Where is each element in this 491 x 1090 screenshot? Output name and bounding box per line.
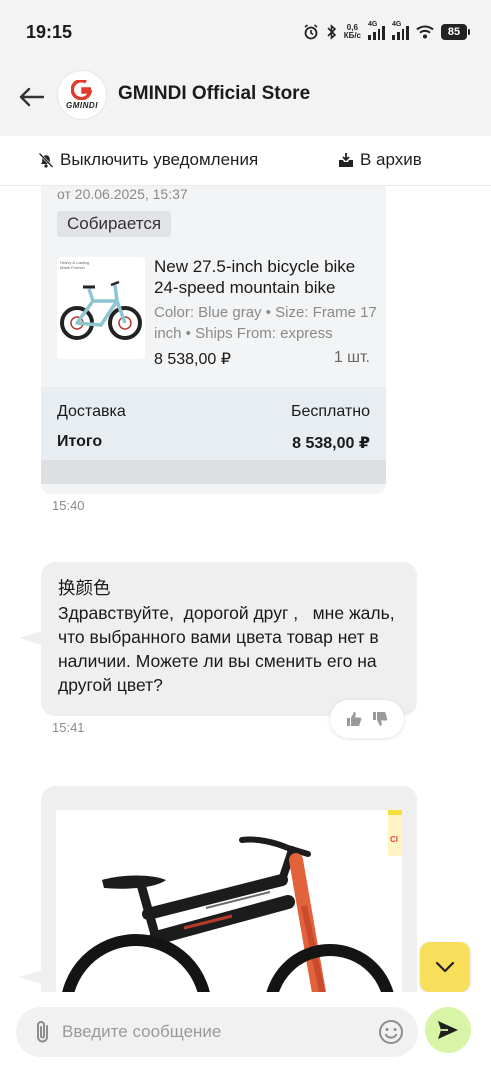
status-icons: 0,6 КБ/с 4G 4G 85: [303, 21, 470, 42]
net-speed-unit: КБ/с: [343, 31, 361, 40]
image-tag-text: CI: [390, 835, 398, 844]
emoji-icon[interactable]: [378, 1019, 404, 1045]
signal-icon: 4G: [368, 21, 385, 40]
bluetooth-icon: [327, 24, 336, 40]
message-time: 15:41: [52, 720, 85, 735]
arrow-left-icon: [19, 87, 44, 107]
message-original-text: 换颜色: [58, 579, 111, 599]
archive-icon: [339, 153, 353, 167]
chat-actions-bar: Выключить уведомления В архив: [0, 136, 491, 186]
message-composer: [0, 992, 491, 1090]
total-label: Итого: [57, 433, 103, 450]
battery-icon: 85: [441, 24, 470, 40]
mute-notifications-label: Выключить уведомления: [60, 150, 259, 169]
bicycle-image: [60, 280, 142, 340]
bubble-tail: [19, 631, 42, 645]
bicycle-photo: [62, 836, 394, 992]
status-time: 19:15: [26, 22, 73, 42]
delivery-value: Бесплатно: [290, 403, 370, 420]
image-tag: CI: [388, 810, 402, 856]
store-avatar[interactable]: GMINDI: [57, 70, 107, 120]
signal-label: 4G: [368, 21, 378, 28]
thumb-caption-line2: Made Forever: [60, 265, 85, 270]
thumbs-down-icon[interactable]: [372, 711, 388, 727]
message-translated-text: Здравствуйте, дорогой друг , мне жаль, ч…: [58, 603, 400, 695]
chat-messages[interactable]: от 20.06.2025, 15:37 Собирается Heavy & …: [0, 186, 491, 992]
delivery-label: Доставка: [57, 403, 126, 420]
product-properties: Color: Blue gray • Size: Frame 17 inch •…: [154, 304, 377, 342]
chat-header: GMINDI GMINDI Official Store: [0, 58, 491, 136]
send-button[interactable]: [425, 1007, 471, 1053]
chevron-down-icon: [435, 961, 455, 973]
product-quantity: 1 шт.: [333, 349, 370, 366]
bubble-tail: [19, 970, 42, 984]
signal-icon: 4G: [392, 21, 409, 40]
store-logo-icon: [71, 80, 93, 100]
alarm-icon: [304, 24, 318, 40]
order-status-badge: Собирается: [57, 211, 172, 237]
send-icon: [438, 1021, 458, 1039]
store-name[interactable]: GMINDI Official Store: [118, 83, 310, 105]
message-image[interactable]: CI: [56, 810, 402, 992]
product-thumbnail[interactable]: Heavy & Lasting Made Forever: [57, 257, 145, 359]
mute-notifications-button[interactable]: Выключить уведомления: [38, 150, 258, 170]
thumb-caption: Heavy & Lasting Made Forever: [60, 260, 89, 270]
back-button[interactable]: [14, 80, 48, 114]
chat-screen: 19:15 0,6 КБ/с 4G 4G 85 GMINDI GMINDI Of…: [0, 0, 491, 1090]
scroll-to-bottom-button[interactable]: [420, 942, 470, 992]
archive-label: В архив: [360, 150, 422, 169]
order-card[interactable]: от 20.06.2025, 15:37 Собирается Heavy & …: [41, 186, 386, 494]
message-bubble[interactable]: 换颜色 Здравствуйте, дорогой друг , мне жаль…: [41, 562, 417, 716]
bell-off-icon: [38, 152, 54, 168]
message-time: 15:40: [52, 498, 85, 513]
image-message[interactable]: CI: [41, 786, 417, 992]
wifi-icon: [416, 25, 434, 39]
signal-label: 4G: [392, 21, 402, 28]
thumbs-up-icon[interactable]: [346, 711, 362, 727]
total-value: 8 538,00 ₽: [292, 435, 370, 452]
status-bar: 19:15 0,6 КБ/с 4G 4G 85: [0, 0, 491, 58]
product-title[interactable]: New 27.5-inch bicycle bike 24-speed moun…: [154, 256, 379, 298]
order-date: от 20.06.2025, 15:37: [57, 186, 188, 202]
store-logo-text: GMINDI: [66, 101, 98, 110]
order-card-footer: [41, 460, 386, 484]
reaction-buttons: [330, 700, 404, 738]
message-text: 换颜色 Здравствуйте, дорогой друг , мне жаль…: [58, 577, 408, 697]
paperclip-icon[interactable]: [32, 1019, 54, 1045]
archive-button[interactable]: В архив: [338, 150, 422, 170]
product-price: 8 538,00 ₽: [154, 351, 231, 368]
net-speed: 0,6 КБ/с: [344, 24, 361, 40]
message-input-box[interactable]: [16, 1007, 418, 1057]
message-input[interactable]: [62, 1007, 372, 1057]
